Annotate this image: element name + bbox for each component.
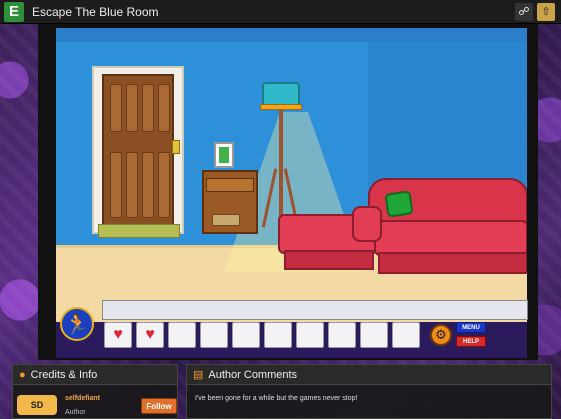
title-bar: E Escape The Blue Room ☍ ⇧ [0,0,561,24]
message-bar [102,300,528,320]
door-panel [142,84,154,132]
door-panel [110,152,122,218]
heart-icon: ♥ [145,326,155,343]
door-panel [158,152,170,218]
share-icon[interactable]: ☍ [515,2,533,21]
walk-back-button[interactable]: 🏃 [60,307,94,341]
inventory-slot[interactable] [392,322,420,348]
credits-title: Credits & Info [30,368,98,381]
person-icon: ● [19,368,26,381]
author-comments-header: ▤ Author Comments [187,365,551,385]
document-icon: ▤ [193,369,204,381]
sofa-seat[interactable] [374,220,527,256]
wall-trim [56,28,527,42]
credits-panel: ● Credits & Info SD selfdefiant Author F… [12,364,178,419]
sofa-arm [352,206,382,242]
picture-frame[interactable] [214,142,234,168]
settings-gear-icon[interactable]: ⚙ [430,324,452,346]
cabinet-box[interactable] [212,214,240,226]
follow-button[interactable]: Follow [141,398,177,414]
green-pillow[interactable] [384,190,414,218]
author-comment-text: I've been gone for a while but the games… [195,395,358,402]
author-logo[interactable]: SD [17,395,57,415]
door-panel [110,84,122,132]
door-panel [126,152,138,218]
door-knob[interactable] [172,140,180,154]
door-panel [158,84,170,132]
lamp-pole [279,110,283,228]
inventory-slot[interactable] [360,322,388,348]
lamp-shade[interactable] [262,82,300,106]
heart-icon: ♥ [113,326,123,343]
sofa-chaise-base [284,250,374,270]
door-mat[interactable] [98,224,180,238]
inventory-slot[interactable] [264,322,292,348]
credits-header: ● Credits & Info [13,365,177,385]
door-panel [126,84,138,132]
author-role: Author [65,409,86,416]
lamp-rim [260,104,302,110]
sofa-base [378,252,527,274]
site-logo[interactable]: E [4,1,24,22]
inventory-slot[interactable] [200,322,228,348]
inventory-slot[interactable]: ♥ [136,322,164,348]
inventory-slot[interactable] [168,322,196,348]
game-frame: 🏃 ♥ ♥ ⚙ MENU HELP [38,24,538,360]
menu-button[interactable]: MENU [456,322,486,333]
cabinet-drawer[interactable] [206,178,254,192]
help-button[interactable]: HELP [456,336,486,347]
inventory-slot[interactable] [232,322,260,348]
inventory-slot[interactable] [328,322,356,348]
author-comments-panel: ▤ Author Comments I've been gone for a w… [186,364,552,419]
game-title: Escape The Blue Room [32,4,159,19]
game-scene[interactable] [56,28,527,322]
author-comments-title: Author Comments [208,368,298,381]
door-panel [142,152,154,218]
inventory-slot[interactable] [296,322,324,348]
author-name[interactable]: selfdefiant [65,395,100,402]
upload-icon[interactable]: ⇧ [537,2,555,21]
inventory-slot[interactable]: ♥ [104,322,132,348]
